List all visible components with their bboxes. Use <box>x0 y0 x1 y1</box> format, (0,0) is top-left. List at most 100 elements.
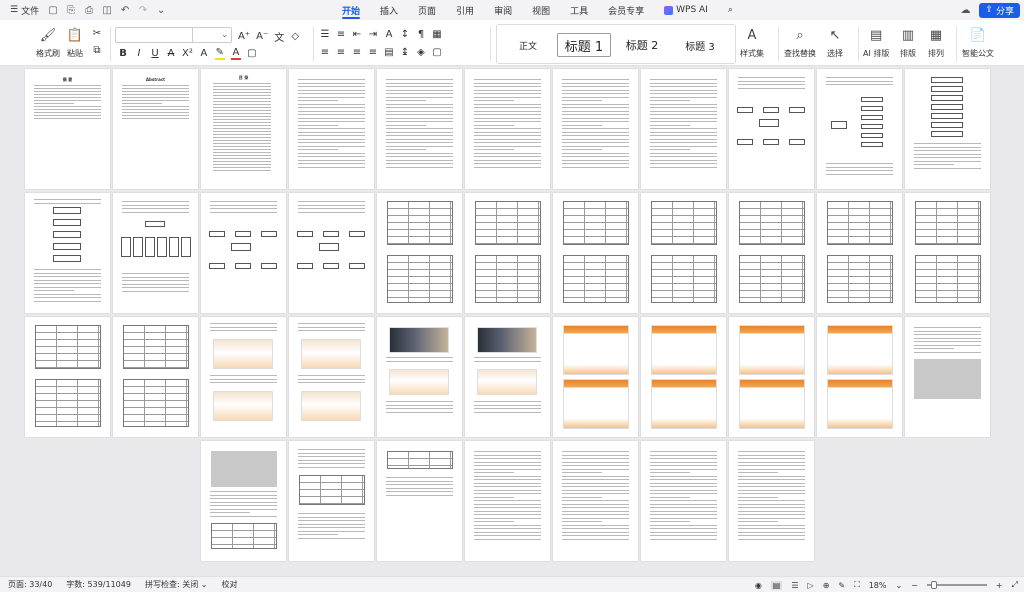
italic-icon[interactable]: I <box>134 48 144 59</box>
page-thumbnail[interactable]: 目 录 <box>201 69 286 189</box>
zoom-slider[interactable] <box>926 581 987 589</box>
page-thumbnail[interactable] <box>377 441 462 561</box>
phonetic-icon[interactable]: 文 <box>274 29 284 44</box>
tab-wps-ai[interactable]: WPS AI <box>654 0 718 20</box>
chevron-down-icon[interactable]: ⌄ <box>153 2 169 18</box>
page-thumbnail[interactable] <box>905 317 990 437</box>
page-thumbnail[interactable] <box>113 317 198 437</box>
increase-indent-icon[interactable]: ⇥ <box>368 29 378 40</box>
page-thumbnail[interactable] <box>729 441 814 561</box>
ai-layout-button[interactable]: ▤ AI 排版 <box>863 26 889 59</box>
eye-icon[interactable]: ◉ <box>755 581 762 590</box>
line-spacing-icon[interactable]: ↨ <box>400 47 410 58</box>
page-thumbnail[interactable] <box>553 193 638 313</box>
smart-doc-button[interactable]: 📄 智能公文 <box>962 26 994 59</box>
fullscreen-icon[interactable]: ⤢ <box>1012 580 1018 590</box>
justify-icon[interactable]: ≡ <box>368 47 378 58</box>
file-menu[interactable]: ☰ 文件 <box>6 1 43 19</box>
page-thumbnail[interactable] <box>729 317 814 437</box>
play-icon[interactable]: ▷ <box>808 581 814 590</box>
search-icon[interactable]: ⌕ <box>718 0 743 20</box>
highlight-icon[interactable]: ✎ <box>214 47 225 60</box>
page-thumbnail[interactable] <box>465 441 550 561</box>
proofread-button[interactable]: 校对 <box>221 579 237 590</box>
page-thumbnail[interactable] <box>201 193 286 313</box>
table-icon[interactable]: ▦ <box>432 29 442 40</box>
grow-font-icon[interactable]: A⁺ <box>238 31 250 42</box>
tab-insert[interactable]: 插入 <box>370 0 408 20</box>
page-thumbnail[interactable] <box>729 193 814 313</box>
save-icon[interactable]: ▢ <box>45 2 61 18</box>
document-area[interactable]: 摘 要 Abstract 目 录 <box>0 66 1024 576</box>
page-thumbnail[interactable] <box>553 69 638 189</box>
page-thumbnail[interactable] <box>377 317 462 437</box>
page-thumbnail[interactable] <box>465 317 550 437</box>
superscript-icon[interactable]: X² <box>182 48 193 59</box>
zoom-level[interactable]: 18% <box>869 581 887 590</box>
undo-icon[interactable]: ↶ <box>117 2 133 18</box>
page-thumbnail[interactable] <box>289 69 374 189</box>
cloud-icon[interactable]: ☁ <box>957 2 973 18</box>
bullet-list-icon[interactable]: ☰ <box>320 29 330 40</box>
page-thumbnail[interactable] <box>289 317 374 437</box>
shading-icon[interactable]: ◈ <box>416 47 426 58</box>
numbered-list-icon[interactable]: ≡ <box>336 29 346 40</box>
print-icon[interactable]: ⎙ <box>81 2 97 18</box>
tab-view[interactable]: 视图 <box>522 0 560 20</box>
tab-review[interactable]: 审阅 <box>484 0 522 20</box>
page-thumbnail[interactable] <box>465 193 550 313</box>
export-pdf-icon[interactable]: ⎘ <box>63 2 79 18</box>
page-thumbnail[interactable] <box>641 441 726 561</box>
char-border-icon[interactable]: ▢ <box>247 48 257 59</box>
page-view-icon[interactable]: ▤ <box>770 580 783 590</box>
fit-page-icon[interactable]: ⛶ <box>854 580 860 590</box>
shrink-font-icon[interactable]: A⁻ <box>256 31 268 42</box>
style-heading-3[interactable]: 标题 3 <box>673 33 727 57</box>
pen-icon[interactable]: ✎ <box>838 581 845 590</box>
web-view-icon[interactable]: ⊕ <box>823 581 830 590</box>
page-thumbnail[interactable] <box>641 317 726 437</box>
spellcheck-toggle[interactable]: 拼写检查: 关闭 ⌄ <box>145 579 208 590</box>
find-replace-button[interactable]: ⌕ 查找替换 <box>784 26 816 59</box>
font-size-select[interactable]: ⌄ <box>192 27 232 43</box>
page-thumbnail[interactable] <box>377 193 462 313</box>
page-thumbnail[interactable] <box>377 69 462 189</box>
sort-icon[interactable]: ↕ <box>400 29 410 40</box>
page-thumbnail[interactable] <box>113 193 198 313</box>
page-thumbnail[interactable] <box>465 69 550 189</box>
style-heading-1[interactable]: 标题 1 <box>557 33 611 57</box>
align-right-icon[interactable]: ≡ <box>352 47 362 58</box>
align-center-icon[interactable]: ≡ <box>336 47 346 58</box>
copy-icon[interactable]: ⧉ <box>92 45 102 56</box>
tab-member[interactable]: 会员专享 <box>598 0 654 20</box>
text-effect-icon[interactable]: A <box>199 48 209 59</box>
tab-tools[interactable]: 工具 <box>560 0 598 20</box>
page-thumbnail[interactable] <box>25 317 110 437</box>
page-thumbnail[interactable] <box>553 317 638 437</box>
page-thumbnail[interactable] <box>729 69 814 189</box>
style-heading-2[interactable]: 标题 2 <box>615 33 669 57</box>
word-count[interactable]: 字数: 539/11049 <box>66 579 131 590</box>
chevron-down-icon[interactable]: ⌄ <box>895 581 902 590</box>
show-marks-icon[interactable]: ¶ <box>416 29 426 40</box>
style-set-button[interactable]: A 样式集 <box>740 26 764 59</box>
page-thumbnail[interactable]: 摘 要 <box>25 69 110 189</box>
page-thumbnail[interactable] <box>905 193 990 313</box>
page-thumbnail[interactable] <box>289 441 374 561</box>
select-button[interactable]: ↖ 选择 <box>826 26 844 59</box>
chinese-layout-icon[interactable]: A <box>384 29 394 40</box>
page-thumbnail[interactable] <box>641 69 726 189</box>
cut-icon[interactable]: ✂ <box>92 28 102 39</box>
page-thumbnail[interactable] <box>201 317 286 437</box>
print-preview-icon[interactable]: ◫ <box>99 2 115 18</box>
zoom-in-icon[interactable]: + <box>996 581 1003 590</box>
share-button[interactable]: ⇪ 分享 <box>979 2 1020 18</box>
zoom-out-icon[interactable]: − <box>911 581 918 590</box>
underline-icon[interactable]: U <box>150 48 160 59</box>
decrease-indent-icon[interactable]: ⇤ <box>352 29 362 40</box>
page-thumbnail[interactable] <box>817 69 902 189</box>
page-thumbnail[interactable] <box>641 193 726 313</box>
tab-home[interactable]: 开始 <box>332 0 370 20</box>
layout-button[interactable]: ▥ 排版 <box>899 26 917 59</box>
border-icon[interactable]: ▢ <box>432 47 442 58</box>
